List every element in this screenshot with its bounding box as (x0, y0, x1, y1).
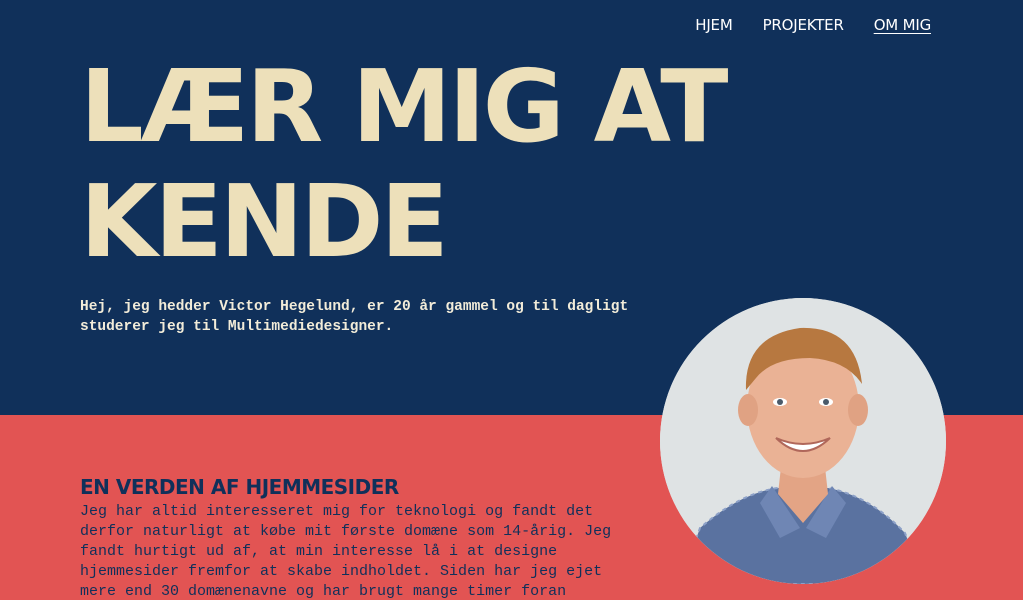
intro-text: Hej, jeg hedder Victor Hegelund, er 20 å… (80, 299, 629, 335)
nav-item-hjem[interactable]: HJEM (695, 16, 733, 34)
page-title-line-2: KENDE (80, 163, 449, 280)
section-body: Jeg har altid interesseret mig for tekno… (80, 503, 612, 600)
portrait-photo (660, 298, 946, 584)
page-title: LÆR MIG AT KENDE (80, 49, 940, 279)
main-nav: HJEM PROJEKTER OM MIG (695, 16, 931, 34)
portrait-illustration (660, 298, 946, 584)
section-title: EN VERDEN AF HJEMMESIDER (80, 475, 399, 499)
page-title-line-1: LÆR MIG AT (80, 48, 728, 165)
nav-item-projekter[interactable]: PROJEKTER (763, 16, 844, 34)
nav-item-om-mig[interactable]: OM MIG (874, 16, 932, 34)
